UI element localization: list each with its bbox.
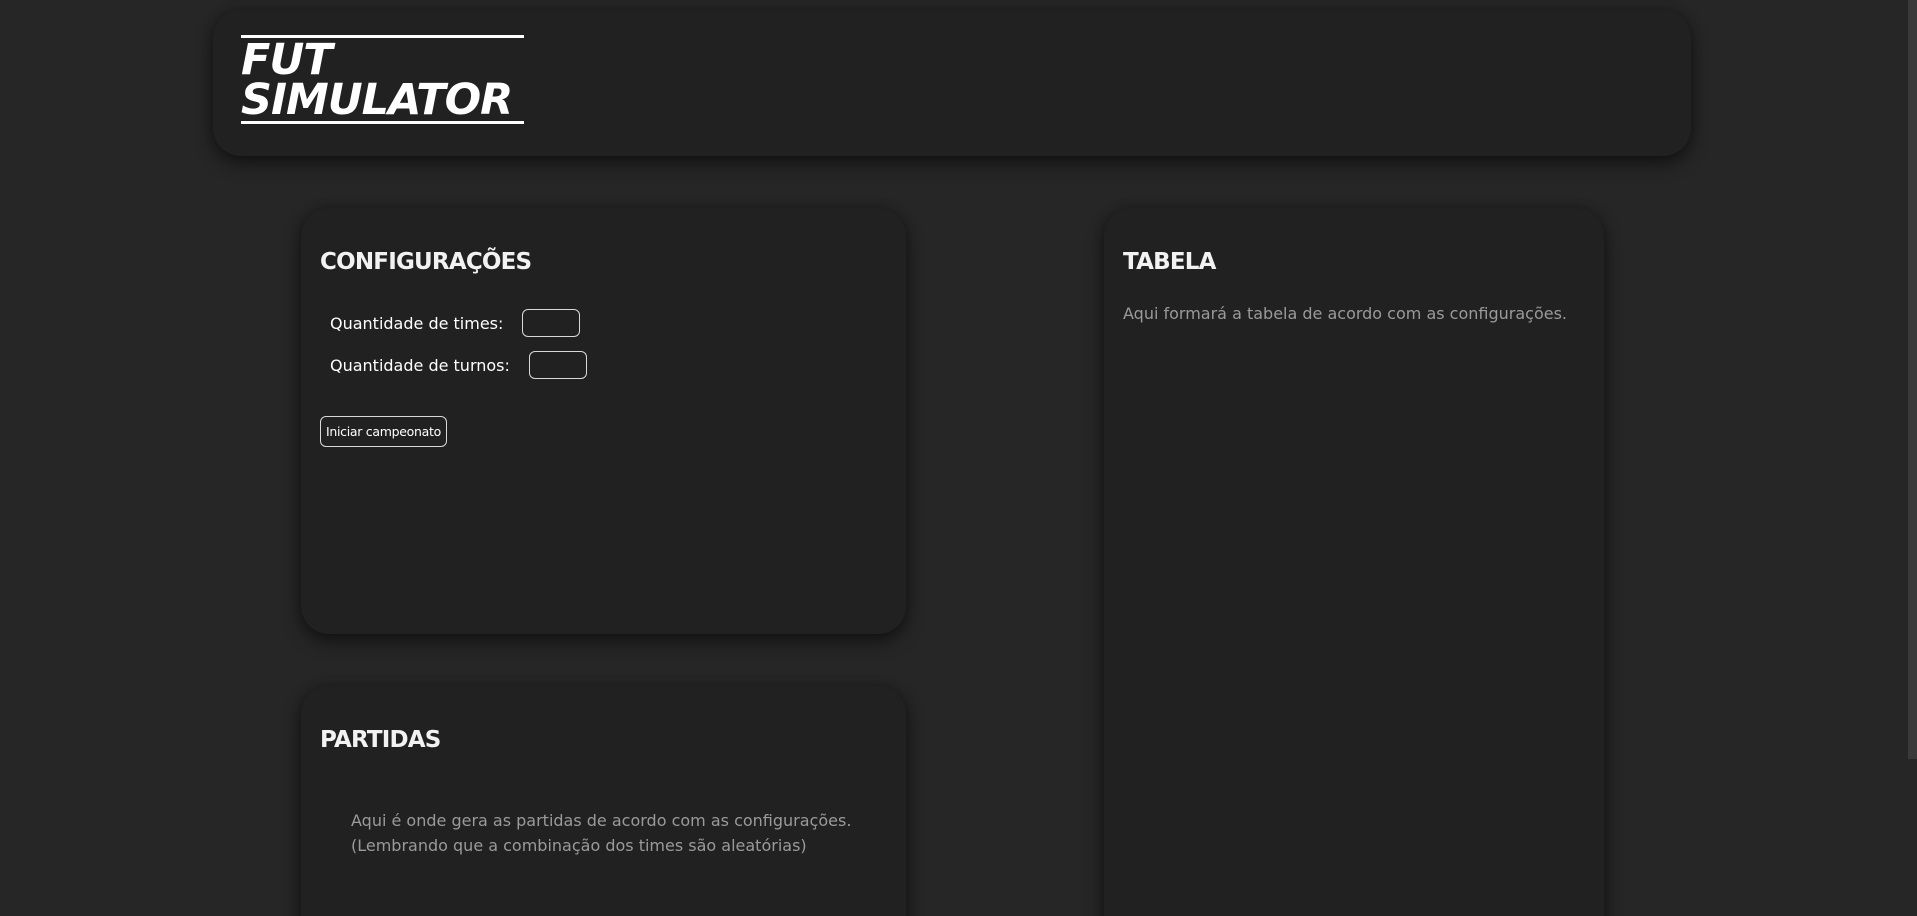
scrollbar-thumb[interactable] <box>1908 0 1917 759</box>
teams-field-row: Quantidade de times: <box>330 307 581 339</box>
teams-label: Quantidade de times: <box>330 313 504 333</box>
partidas-title: PARTIDAS <box>320 727 441 753</box>
tabela-description: Aqui formará a tabela de acordo com as c… <box>1123 304 1567 323</box>
logo[interactable]: FUT SIMULATOR <box>241 35 524 124</box>
teams-quantity-input[interactable] <box>522 309 581 337</box>
rounds-label: Quantidade de turnos: <box>330 355 510 375</box>
partidas-card: PARTIDAS Aqui é onde gera as partidas de… <box>301 686 906 916</box>
partidas-description: Aqui é onde gera as partidas de acordo c… <box>351 808 851 858</box>
page-scrollbar[interactable] <box>1906 0 1917 916</box>
start-championship-button[interactable]: Iniciar campeonato <box>320 416 447 447</box>
tabela-card: TABELA Aqui formará a tabela de acordo c… <box>1104 208 1604 916</box>
rounds-field-row: Quantidade de turnos: <box>330 349 587 381</box>
page: FUT SIMULATOR CONFIGURAÇÕES Quantidade d… <box>0 0 1917 916</box>
config-title: CONFIGURAÇÕES <box>320 249 532 275</box>
logo-line-2: SIMULATOR <box>241 75 513 125</box>
config-card: CONFIGURAÇÕES Quantidade de times: Quant… <box>301 208 906 634</box>
tabela-title: TABELA <box>1123 249 1216 275</box>
partidas-description-line-1: Aqui é onde gera as partidas de acordo c… <box>351 811 852 830</box>
rounds-quantity-input[interactable] <box>528 351 587 379</box>
partidas-description-line-2: (Lembrando que a combinação dos times sã… <box>351 836 807 855</box>
logo-line-1: FUT <box>241 35 333 85</box>
site-header: FUT SIMULATOR <box>213 10 1691 156</box>
